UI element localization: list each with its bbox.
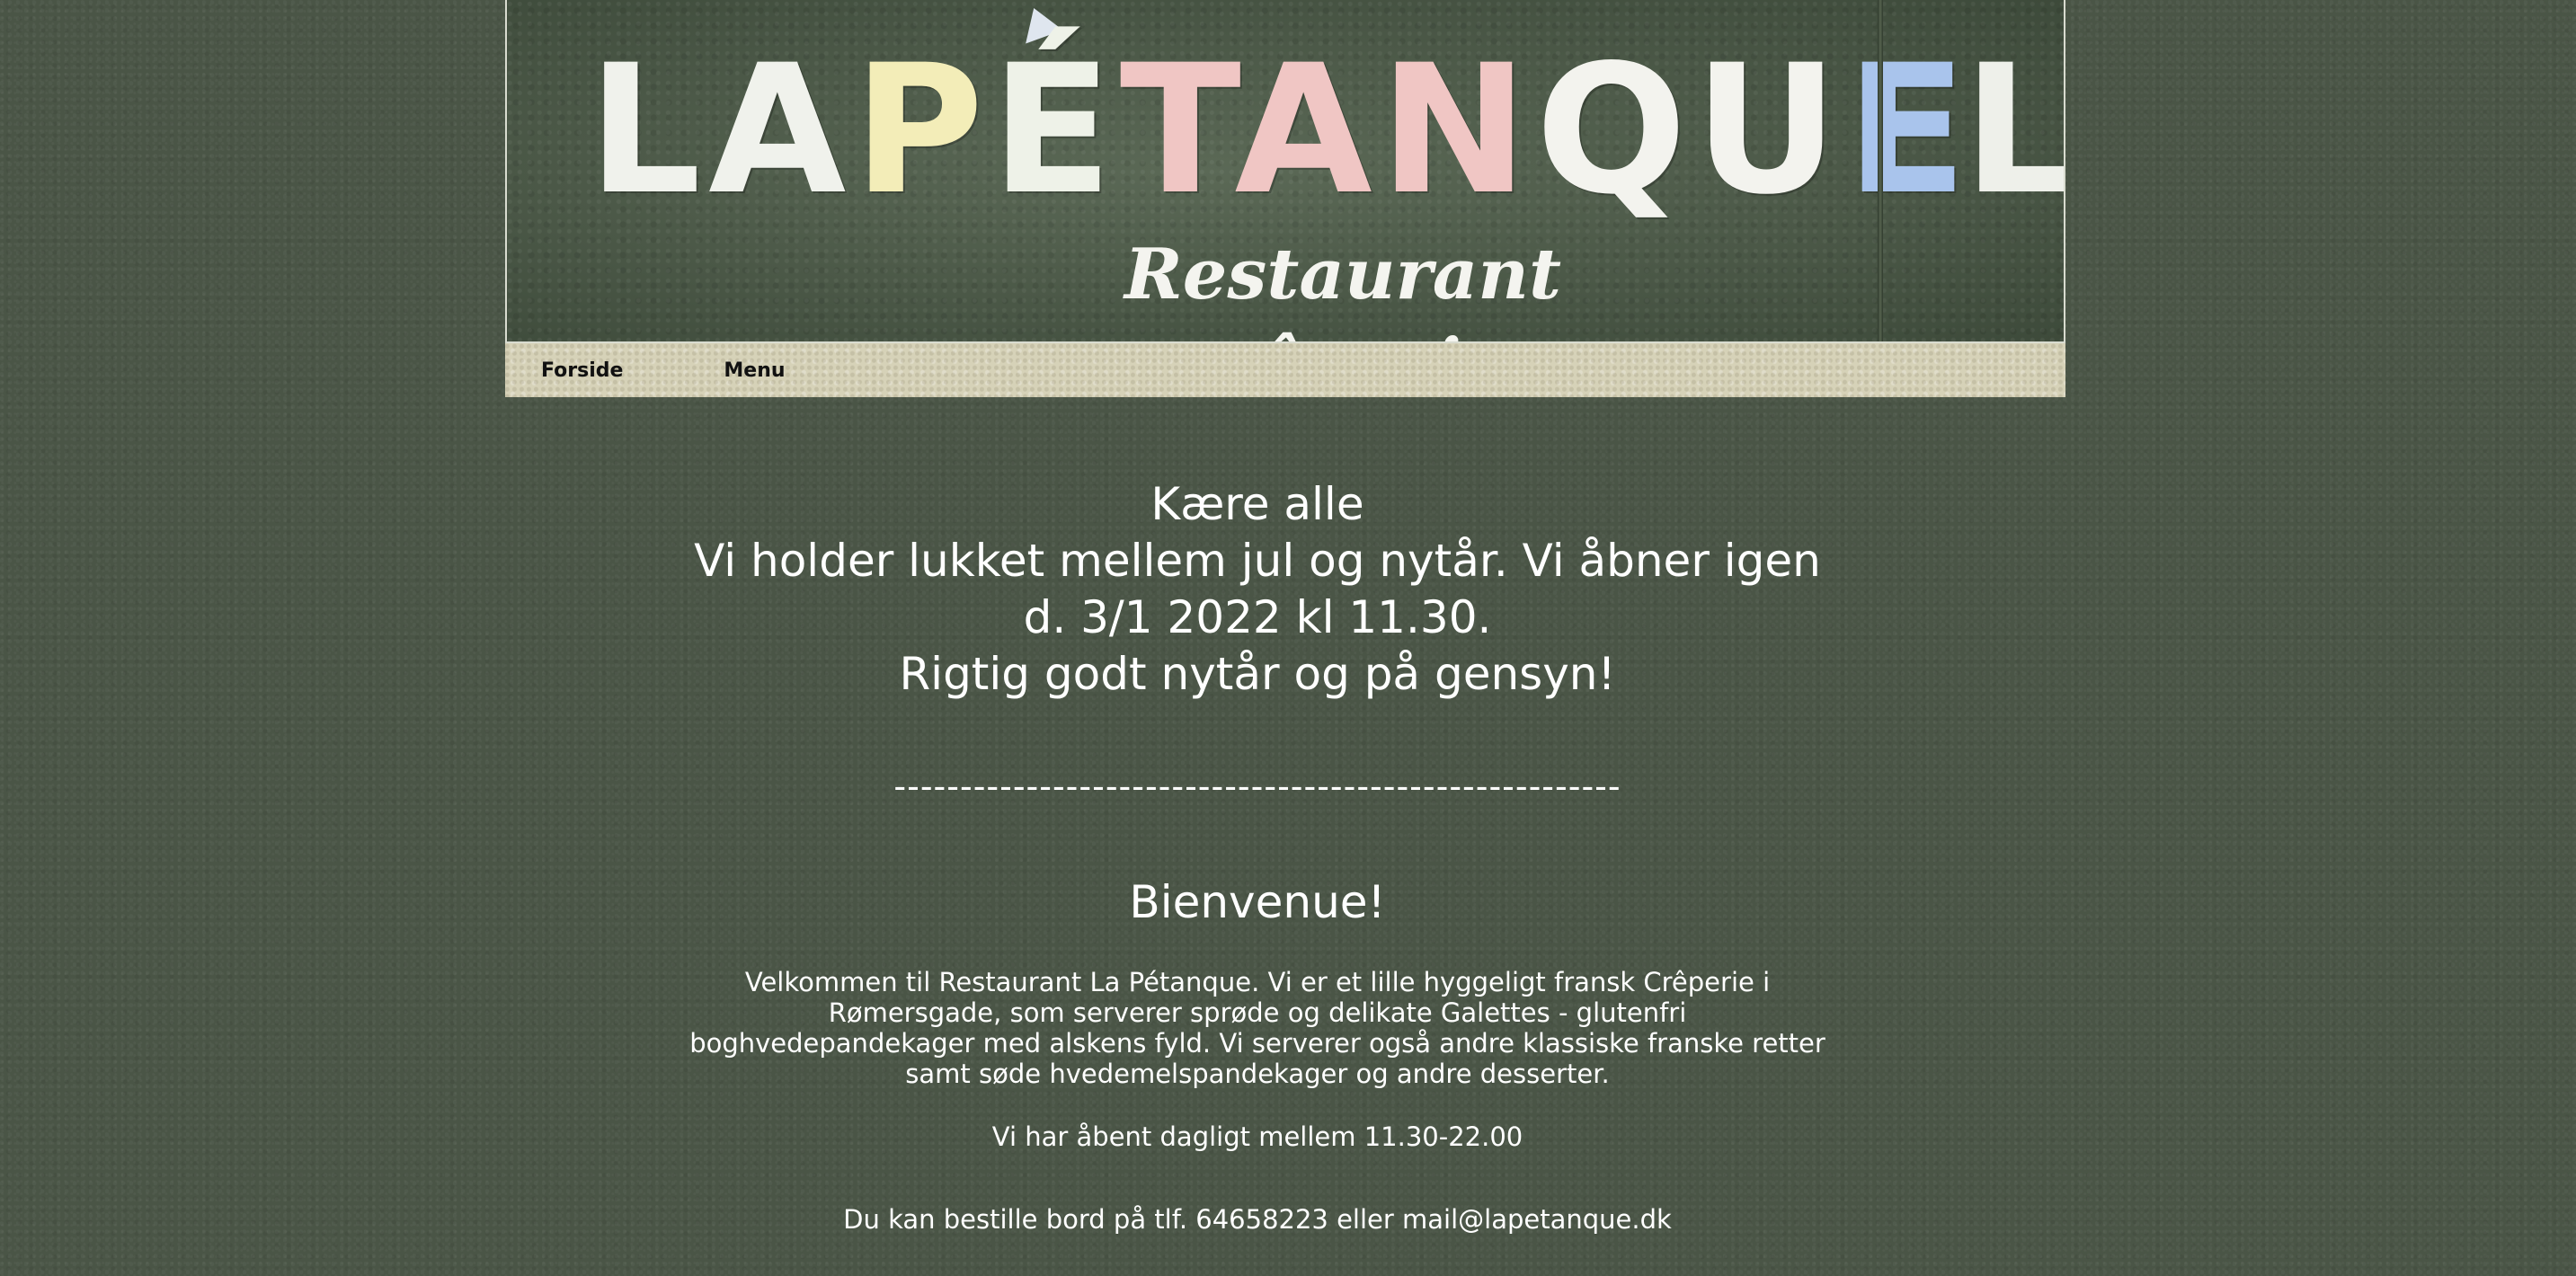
dashed-divider: ----------------------------------------… (893, 766, 1621, 806)
logo-part-qu: QU (1535, 26, 1846, 234)
logo[interactable]: LAPÉTANQUE (588, 36, 1968, 225)
logo-subtitle: Restaurant crêperie (1124, 234, 1561, 341)
booking-info: Du kan bestille bord på tlf. 64658223 el… (843, 1204, 1672, 1235)
logo-part-e-accent: É (990, 26, 1120, 234)
board-edge (1878, 0, 1883, 341)
nav-item-menu[interactable]: Menu (724, 359, 785, 382)
header-banner: LAPÉTANQUE L Restaurant crêperie (505, 0, 2065, 343)
welcome-title: Bienvenue! (1129, 876, 1386, 928)
notice-wishes: Rigtig godt nytår og på gensyn! (899, 648, 1616, 700)
notice-closed-line: Vi holder lukket mellem jul og nytår. Vi… (694, 535, 1821, 587)
opening-hours: Vi har åbent dagligt mellem 11.30-22.00 (991, 1121, 1523, 1152)
notice-reopen-date: d. 3/1 2022 kl 11.30. (1023, 591, 1492, 643)
logo-part-p: P (853, 26, 991, 234)
notice-greeting: Kære alle (1150, 478, 1364, 530)
logo-part-tan: TAN (1119, 26, 1536, 234)
main-navigation: Forside Menu (505, 343, 2065, 397)
logo-part-la: LA (588, 26, 854, 234)
holiday-notice: Kære alle Vi holder lukket mellem jul og… (685, 476, 1830, 703)
welcome-intro: Velkommen til Restaurant La Pétanque. Vi… (689, 967, 1825, 1089)
logo-part-e: E (1845, 26, 1975, 234)
page-wrapper: LAPÉTANQUE L Restaurant crêperie Forside… (505, 0, 2065, 397)
logo-repeat-fragment: L (1963, 26, 2065, 234)
main-content: Kære alle Vi holder lukket mellem jul og… (685, 476, 1830, 1261)
nav-item-forside[interactable]: Forside (541, 359, 623, 382)
